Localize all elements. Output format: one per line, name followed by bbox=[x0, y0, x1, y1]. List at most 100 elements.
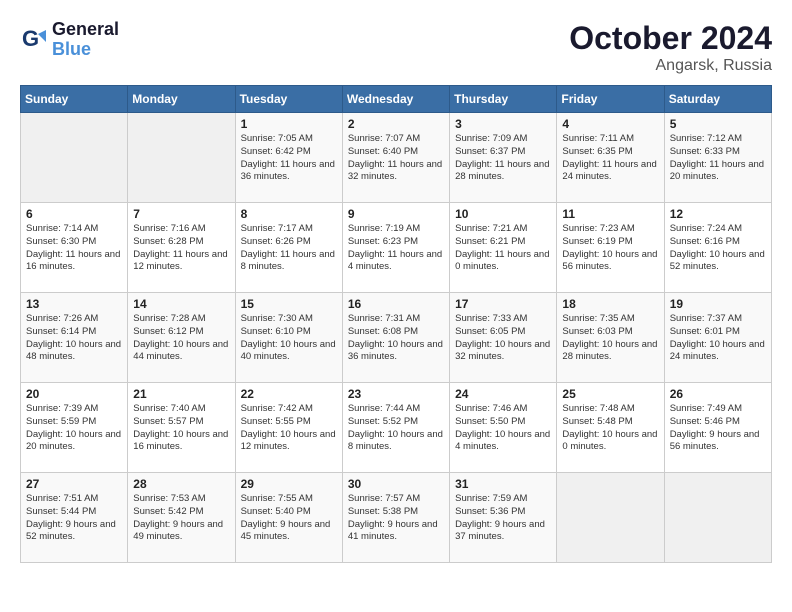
calendar-week-3: 13 Sunrise: 7:26 AM Sunset: 6:14 PM Dayli… bbox=[21, 293, 772, 383]
calendar-cell: 5 Sunrise: 7:12 AM Sunset: 6:33 PM Daylig… bbox=[664, 113, 771, 203]
day-info: Sunrise: 7:17 AM Sunset: 6:26 PM Dayligh… bbox=[241, 223, 337, 274]
day-number: 26 bbox=[670, 387, 766, 401]
day-info: Sunrise: 7:24 AM Sunset: 6:16 PM Dayligh… bbox=[670, 223, 766, 274]
calendar-cell: 26 Sunrise: 7:49 AM Sunset: 5:46 PM Dayli… bbox=[664, 383, 771, 473]
calendar-cell bbox=[128, 113, 235, 203]
day-number: 29 bbox=[241, 477, 337, 491]
day-number: 19 bbox=[670, 297, 766, 311]
day-info: Sunrise: 7:19 AM Sunset: 6:23 PM Dayligh… bbox=[348, 223, 444, 274]
day-info: Sunrise: 7:31 AM Sunset: 6:08 PM Dayligh… bbox=[348, 313, 444, 364]
day-info: Sunrise: 7:40 AM Sunset: 5:57 PM Dayligh… bbox=[133, 403, 229, 454]
calendar-cell: 24 Sunrise: 7:46 AM Sunset: 5:50 PM Dayli… bbox=[450, 383, 557, 473]
calendar-cell bbox=[557, 473, 664, 563]
calendar-table: SundayMondayTuesdayWednesdayThursdayFrid… bbox=[20, 85, 772, 563]
calendar-cell: 20Sunrise: 7:39 AM Sunset: 5:59 PM Dayli… bbox=[21, 383, 128, 473]
calendar-cell: 12Sunrise: 7:24 AM Sunset: 6:16 PM Dayli… bbox=[664, 203, 771, 293]
day-number: 21 bbox=[133, 387, 229, 401]
calendar-cell: 18 Sunrise: 7:35 AM Sunset: 6:03 PM Dayli… bbox=[557, 293, 664, 383]
day-number: 27 bbox=[26, 477, 122, 491]
header-tuesday: Tuesday bbox=[235, 86, 342, 113]
day-number: 8 bbox=[241, 207, 337, 221]
day-info: Sunrise: 7:12 AM Sunset: 6:33 PM Dayligh… bbox=[670, 133, 766, 184]
day-number: 24 bbox=[455, 387, 551, 401]
calendar-cell: 28Sunrise: 7:53 AM Sunset: 5:42 PM Dayli… bbox=[128, 473, 235, 563]
calendar-cell: 7 Sunrise: 7:16 AM Sunset: 6:28 PM Daylig… bbox=[128, 203, 235, 293]
day-number: 10 bbox=[455, 207, 551, 221]
day-number: 16 bbox=[348, 297, 444, 311]
calendar-week-4: 20Sunrise: 7:39 AM Sunset: 5:59 PM Dayli… bbox=[21, 383, 772, 473]
day-info: Sunrise: 7:05 AM Sunset: 6:42 PM Dayligh… bbox=[241, 133, 337, 184]
day-number: 23 bbox=[348, 387, 444, 401]
day-number: 15 bbox=[241, 297, 337, 311]
day-number: 4 bbox=[562, 117, 658, 131]
header-sunday: Sunday bbox=[21, 86, 128, 113]
day-number: 13 bbox=[26, 297, 122, 311]
calendar-cell: 11Sunrise: 7:23 AM Sunset: 6:19 PM Dayli… bbox=[557, 203, 664, 293]
calendar-cell: 1Sunrise: 7:05 AM Sunset: 6:42 PM Daylig… bbox=[235, 113, 342, 203]
day-info: Sunrise: 7:30 AM Sunset: 6:10 PM Dayligh… bbox=[241, 313, 337, 364]
day-info: Sunrise: 7:35 AM Sunset: 6:03 PM Dayligh… bbox=[562, 313, 658, 364]
day-number: 18 bbox=[562, 297, 658, 311]
day-info: Sunrise: 7:46 AM Sunset: 5:50 PM Dayligh… bbox=[455, 403, 551, 454]
calendar-cell: 15 Sunrise: 7:30 AM Sunset: 6:10 PM Dayli… bbox=[235, 293, 342, 383]
day-number: 3 bbox=[455, 117, 551, 131]
calendar-cell: 29 Sunrise: 7:55 AM Sunset: 5:40 PM Dayli… bbox=[235, 473, 342, 563]
day-info: Sunrise: 7:44 AM Sunset: 5:52 PM Dayligh… bbox=[348, 403, 444, 454]
day-info: Sunrise: 7:37 AM Sunset: 6:01 PM Dayligh… bbox=[670, 313, 766, 364]
day-info: Sunrise: 7:59 AM Sunset: 5:36 PM Dayligh… bbox=[455, 493, 551, 544]
logo-icon: G bbox=[20, 26, 48, 54]
header-thursday: Thursday bbox=[450, 86, 557, 113]
calendar-week-5: 27 Sunrise: 7:51 AM Sunset: 5:44 PM Dayli… bbox=[21, 473, 772, 563]
month-title: October 2024 bbox=[569, 20, 772, 57]
day-info: Sunrise: 7:39 AM Sunset: 5:59 PM Dayligh… bbox=[26, 403, 122, 454]
header-saturday: Saturday bbox=[664, 86, 771, 113]
day-number: 30 bbox=[348, 477, 444, 491]
day-number: 6 bbox=[26, 207, 122, 221]
calendar-cell: 30 Sunrise: 7:57 AM Sunset: 5:38 PM Dayli… bbox=[342, 473, 449, 563]
day-info: Sunrise: 7:28 AM Sunset: 6:12 PM Dayligh… bbox=[133, 313, 229, 364]
calendar-cell: 2Sunrise: 7:07 AM Sunset: 6:40 PM Daylig… bbox=[342, 113, 449, 203]
day-info: Sunrise: 7:14 AM Sunset: 6:30 PM Dayligh… bbox=[26, 223, 122, 274]
calendar-cell bbox=[21, 113, 128, 203]
day-info: Sunrise: 7:42 AM Sunset: 5:55 PM Dayligh… bbox=[241, 403, 337, 454]
day-number: 2 bbox=[348, 117, 444, 131]
header: G General Blue October 2024 Angarsk, Rus… bbox=[20, 20, 772, 75]
location-title: Angarsk, Russia bbox=[569, 57, 772, 75]
calendar-cell: 14Sunrise: 7:28 AM Sunset: 6:12 PM Dayli… bbox=[128, 293, 235, 383]
day-info: Sunrise: 7:16 AM Sunset: 6:28 PM Dayligh… bbox=[133, 223, 229, 274]
header-wednesday: Wednesday bbox=[342, 86, 449, 113]
logo: G General Blue bbox=[20, 20, 119, 60]
day-info: Sunrise: 7:51 AM Sunset: 5:44 PM Dayligh… bbox=[26, 493, 122, 544]
calendar-cell: 31 Sunrise: 7:59 AM Sunset: 5:36 PM Dayli… bbox=[450, 473, 557, 563]
logo-text: General Blue bbox=[52, 20, 119, 60]
day-number: 5 bbox=[670, 117, 766, 131]
day-info: Sunrise: 7:57 AM Sunset: 5:38 PM Dayligh… bbox=[348, 493, 444, 544]
day-number: 22 bbox=[241, 387, 337, 401]
calendar-cell: 3 Sunrise: 7:09 AM Sunset: 6:37 PM Daylig… bbox=[450, 113, 557, 203]
calendar-cell: 16 Sunrise: 7:31 AM Sunset: 6:08 PM Dayli… bbox=[342, 293, 449, 383]
day-info: Sunrise: 7:48 AM Sunset: 5:48 PM Dayligh… bbox=[562, 403, 658, 454]
title-section: October 2024 Angarsk, Russia bbox=[569, 20, 772, 75]
calendar-cell: 13 Sunrise: 7:26 AM Sunset: 6:14 PM Dayli… bbox=[21, 293, 128, 383]
day-number: 17 bbox=[455, 297, 551, 311]
calendar-cell: 6 Sunrise: 7:14 AM Sunset: 6:30 PM Daylig… bbox=[21, 203, 128, 293]
day-number: 9 bbox=[348, 207, 444, 221]
day-info: Sunrise: 7:55 AM Sunset: 5:40 PM Dayligh… bbox=[241, 493, 337, 544]
calendar-cell: 19 Sunrise: 7:37 AM Sunset: 6:01 PM Dayli… bbox=[664, 293, 771, 383]
day-info: Sunrise: 7:09 AM Sunset: 6:37 PM Dayligh… bbox=[455, 133, 551, 184]
day-info: Sunrise: 7:11 AM Sunset: 6:35 PM Dayligh… bbox=[562, 133, 658, 184]
day-number: 28 bbox=[133, 477, 229, 491]
calendar-week-2: 6 Sunrise: 7:14 AM Sunset: 6:30 PM Daylig… bbox=[21, 203, 772, 293]
calendar-cell: 8 Sunrise: 7:17 AM Sunset: 6:26 PM Daylig… bbox=[235, 203, 342, 293]
calendar-cell: 17Sunrise: 7:33 AM Sunset: 6:05 PM Dayli… bbox=[450, 293, 557, 383]
header-friday: Friday bbox=[557, 86, 664, 113]
day-number: 25 bbox=[562, 387, 658, 401]
day-info: Sunrise: 7:26 AM Sunset: 6:14 PM Dayligh… bbox=[26, 313, 122, 364]
day-number: 7 bbox=[133, 207, 229, 221]
calendar-cell: 21 Sunrise: 7:40 AM Sunset: 5:57 PM Dayli… bbox=[128, 383, 235, 473]
svg-text:G: G bbox=[22, 26, 39, 51]
day-info: Sunrise: 7:49 AM Sunset: 5:46 PM Dayligh… bbox=[670, 403, 766, 454]
day-number: 31 bbox=[455, 477, 551, 491]
day-info: Sunrise: 7:23 AM Sunset: 6:19 PM Dayligh… bbox=[562, 223, 658, 274]
calendar-cell: 10Sunrise: 7:21 AM Sunset: 6:21 PM Dayli… bbox=[450, 203, 557, 293]
